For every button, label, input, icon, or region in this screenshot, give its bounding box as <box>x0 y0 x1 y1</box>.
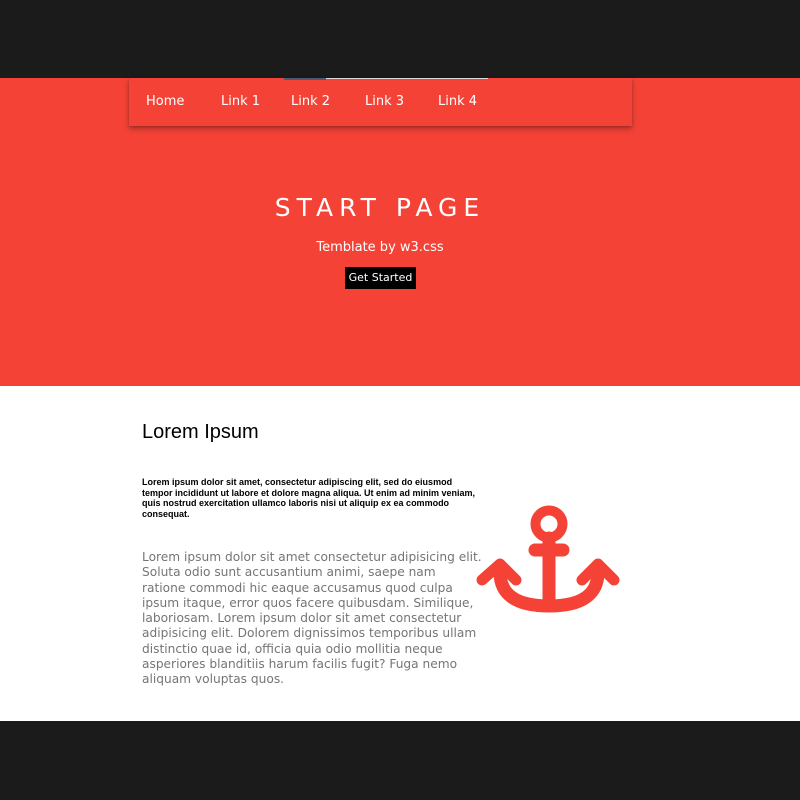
get-started-button[interactable]: Get Started <box>345 267 416 289</box>
nav-item-link-4[interactable]: Link 4 <box>438 78 477 126</box>
top-navbar: Home Link 1 Link 2 Link 3 Link 4 <box>129 78 632 126</box>
hero-title: START PAGE <box>274 193 486 222</box>
body-paragraph: Lorem ipsum dolor sit amet consectetur a… <box>142 550 482 687</box>
nav-item-link-2[interactable]: Link 2 <box>291 78 330 126</box>
hero-subtitle: Temblate by w3.css <box>316 240 444 255</box>
nav-item-home[interactable]: Home <box>146 78 184 126</box>
nav-item-link-1[interactable]: Link 1 <box>221 78 260 126</box>
top-frame <box>0 0 800 78</box>
nav-item-link-3[interactable]: Link 3 <box>365 78 404 126</box>
section-title: Lorem Ipsum <box>142 421 259 443</box>
bottom-frame <box>0 721 800 800</box>
anchor-icon <box>474 496 622 614</box>
bold-paragraph: Lorem ipsum dolor sit amet, consectetur … <box>142 477 476 519</box>
